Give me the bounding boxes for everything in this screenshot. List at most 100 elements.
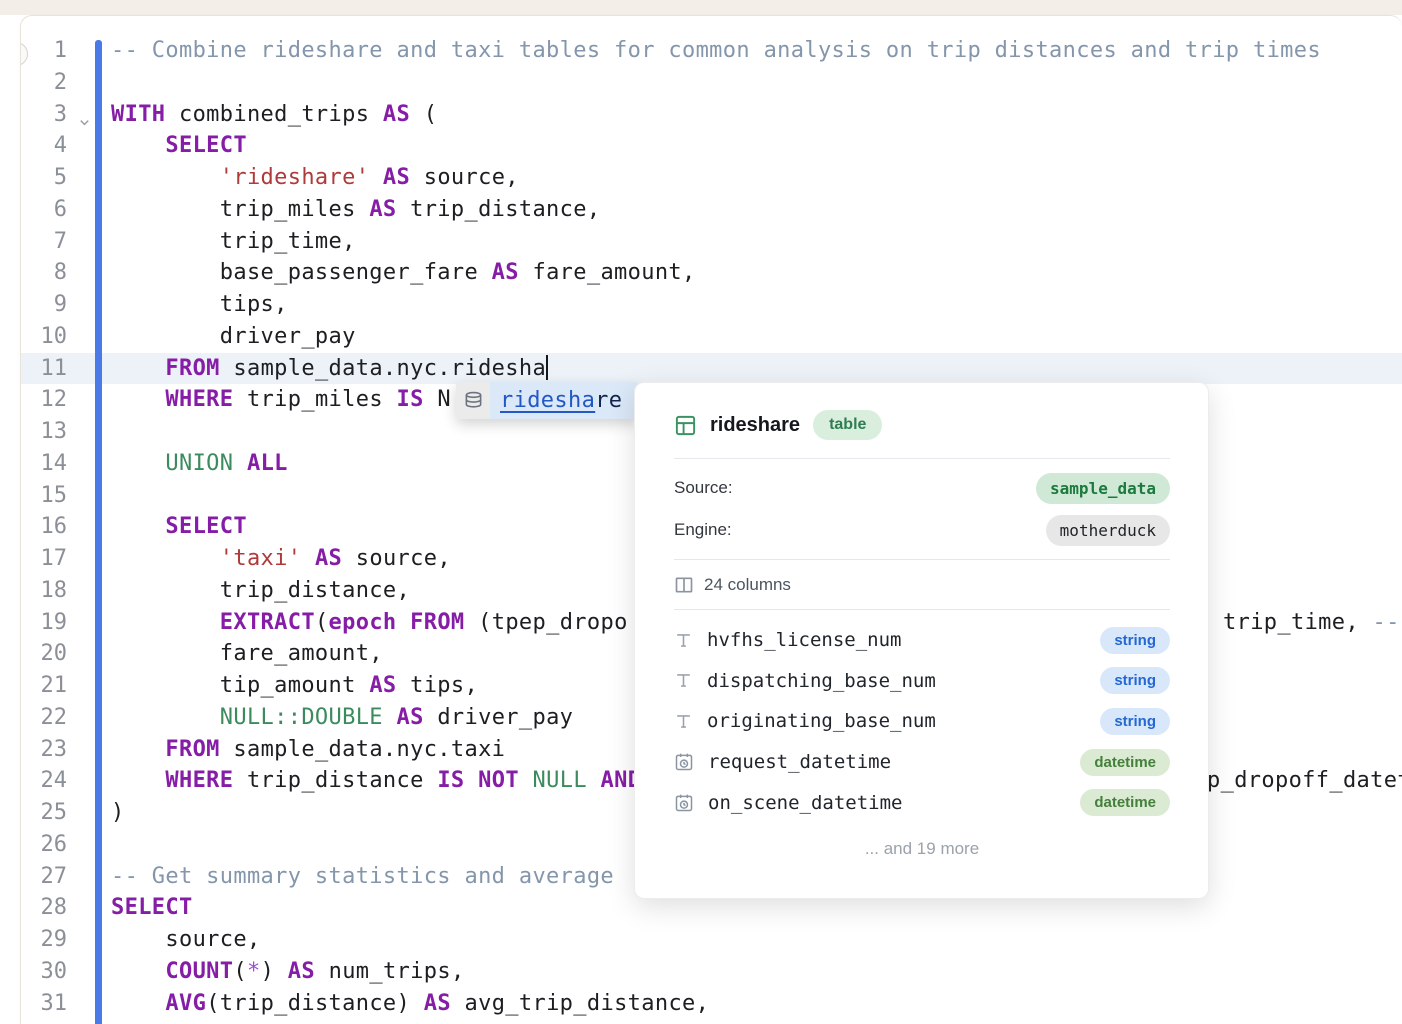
database-icon <box>456 382 490 419</box>
code-text: WHERE trip_miles IS N <box>111 384 451 416</box>
column-name: request_datetime <box>708 751 891 773</box>
code-line[interactable]: 31 AVG(trip_distance) AS avg_trip_distan… <box>21 988 1402 1020</box>
column-type-badge: datetime <box>1080 749 1170 776</box>
code-line[interactable]: 1-- Combine rideshare and taxi tables fo… <box>21 35 1402 67</box>
code-line[interactable]: 2 <box>21 67 1402 99</box>
column-type-badge: string <box>1100 708 1170 735</box>
block-indent-guide <box>95 40 102 1024</box>
engine-badge: motherduck <box>1046 515 1170 546</box>
column-name: dispatching_base_num <box>707 670 936 692</box>
popup-table-name: rideshare <box>710 414 800 437</box>
line-number: 31 <box>21 988 67 1020</box>
autocomplete-item-rideshare[interactable]: rideshare <box>456 382 638 419</box>
line-number: 17 <box>21 543 67 575</box>
line-number: 11 <box>21 353 67 385</box>
line-number: 24 <box>21 765 67 797</box>
code-line[interactable]: 11 FROM sample_data.nyc.ridesha <box>21 353 1402 385</box>
line-number: 21 <box>21 670 67 702</box>
line-number: 20 <box>21 638 67 670</box>
text-type-icon <box>674 712 693 731</box>
code-text: WITH combined_trips AS ( <box>111 99 437 131</box>
columns-icon <box>674 575 694 595</box>
text-type-icon <box>674 671 693 690</box>
code-text: tips, <box>111 289 288 321</box>
code-text: 'rideshare' AS source, <box>111 162 519 194</box>
code-text: AVG(trip_distance) AS avg_trip_distance, <box>111 988 709 1020</box>
column-type-badge: string <box>1100 667 1170 694</box>
column-row: on_scene_datetimedatetime <box>674 782 1170 823</box>
code-text: FROM sample_data.nyc.taxi <box>111 734 505 766</box>
fold-chevron-icon[interactable] <box>77 108 92 123</box>
line-number: 7 <box>21 226 67 258</box>
code-line[interactable]: 4 SELECT <box>21 130 1402 162</box>
line-number: 15 <box>21 480 67 512</box>
divider <box>674 559 1170 560</box>
more-columns-text: ... and 19 more <box>674 839 1170 859</box>
line-number: 32 <box>21 1019 67 1024</box>
autocomplete-match: ridesha <box>500 388 595 413</box>
column-name: originating_base_num <box>707 710 936 732</box>
code-line[interactable]: 5 'rideshare' AS source, <box>21 162 1402 194</box>
code-text: trip_time, <box>111 226 356 258</box>
line-number: 6 <box>21 194 67 226</box>
line-number: 9 <box>21 289 67 321</box>
code-text: source, <box>111 924 261 956</box>
code-text: ) <box>111 797 125 829</box>
code-text-fragment: trip_time, -- <box>1223 607 1400 639</box>
code-text: COUNT(*) AS num_trips, <box>111 956 465 988</box>
line-number: 3 <box>21 99 67 131</box>
code-line[interactable]: 8 base_passenger_fare AS fare_amount, <box>21 257 1402 289</box>
datetime-type-icon <box>674 752 694 772</box>
divider <box>674 609 1170 610</box>
code-line[interactable]: 9 tips, <box>21 289 1402 321</box>
code-text: 'taxi' AS source, <box>111 543 451 575</box>
table-icon <box>674 414 697 437</box>
code-text: NULL::DOUBLE AS driver_pay <box>111 702 573 734</box>
code-text: fare_amount, <box>111 638 383 670</box>
line-number: 8 <box>21 257 67 289</box>
code-text: -- Get summary statistics and average <box>111 861 628 893</box>
autocomplete-label: rideshare <box>490 382 638 419</box>
line-number: 5 <box>21 162 67 194</box>
code-text: UNION ALL <box>111 448 288 480</box>
code-text: base_passenger_fare AS fare_amount, <box>111 257 696 289</box>
line-number: 18 <box>21 575 67 607</box>
code-line[interactable]: 6 trip_miles AS trip_distance, <box>21 194 1402 226</box>
line-number: 30 <box>21 956 67 988</box>
code-line[interactable]: 7 trip_time, <box>21 226 1402 258</box>
code-text: driver_pay <box>111 321 356 353</box>
code-text: FROM sample_data.nyc.ridesha <box>111 353 548 385</box>
code-line[interactable]: 30 COUNT(*) AS num_trips, <box>21 956 1402 988</box>
column-row: hvfhs_license_numstring <box>674 620 1170 661</box>
code-line[interactable]: 3 WITH combined_trips AS ( <box>21 99 1402 131</box>
line-number: 22 <box>21 702 67 734</box>
code-text: trip_distance, <box>111 575 410 607</box>
line-number: 16 <box>21 511 67 543</box>
code-text: EXTRACT(epoch FROM (tpep_dropo <box>111 607 628 639</box>
line-number: 4 <box>21 130 67 162</box>
line-number: 2 <box>21 67 67 99</box>
code-line[interactable]: 29 source, <box>21 924 1402 956</box>
line-number: 14 <box>21 448 67 480</box>
source-badge: sample_data <box>1036 473 1170 504</box>
line-number: 27 <box>21 861 67 893</box>
line-number: 13 <box>21 416 67 448</box>
code-text: trip_miles AS trip_distance, <box>111 194 600 226</box>
line-number: 1 <box>21 35 67 67</box>
divider <box>674 458 1170 459</box>
column-name: on_scene_datetime <box>708 792 902 814</box>
text-type-icon <box>674 631 693 650</box>
table-type-badge: table <box>813 410 882 440</box>
datetime-type-icon <box>674 793 694 813</box>
autocomplete-rest: re <box>595 388 622 413</box>
table-info-popup: rideshare table Source: sample_data Engi… <box>634 382 1209 899</box>
code-line[interactable]: 10 driver_pay <box>21 321 1402 353</box>
line-number: 23 <box>21 734 67 766</box>
line-number: 10 <box>21 321 67 353</box>
code-text: SELECT <box>111 892 193 924</box>
code-text-fragment: p_dropoff_datet <box>1207 765 1402 797</box>
column-row: request_datetime datetime <box>674 742 1170 783</box>
code-line[interactable]: 32 AVG(trip_time) AS avg_trip_time, <box>21 1019 1402 1024</box>
line-number: 25 <box>21 797 67 829</box>
column-row: dispatching_base_num string <box>674 661 1170 702</box>
